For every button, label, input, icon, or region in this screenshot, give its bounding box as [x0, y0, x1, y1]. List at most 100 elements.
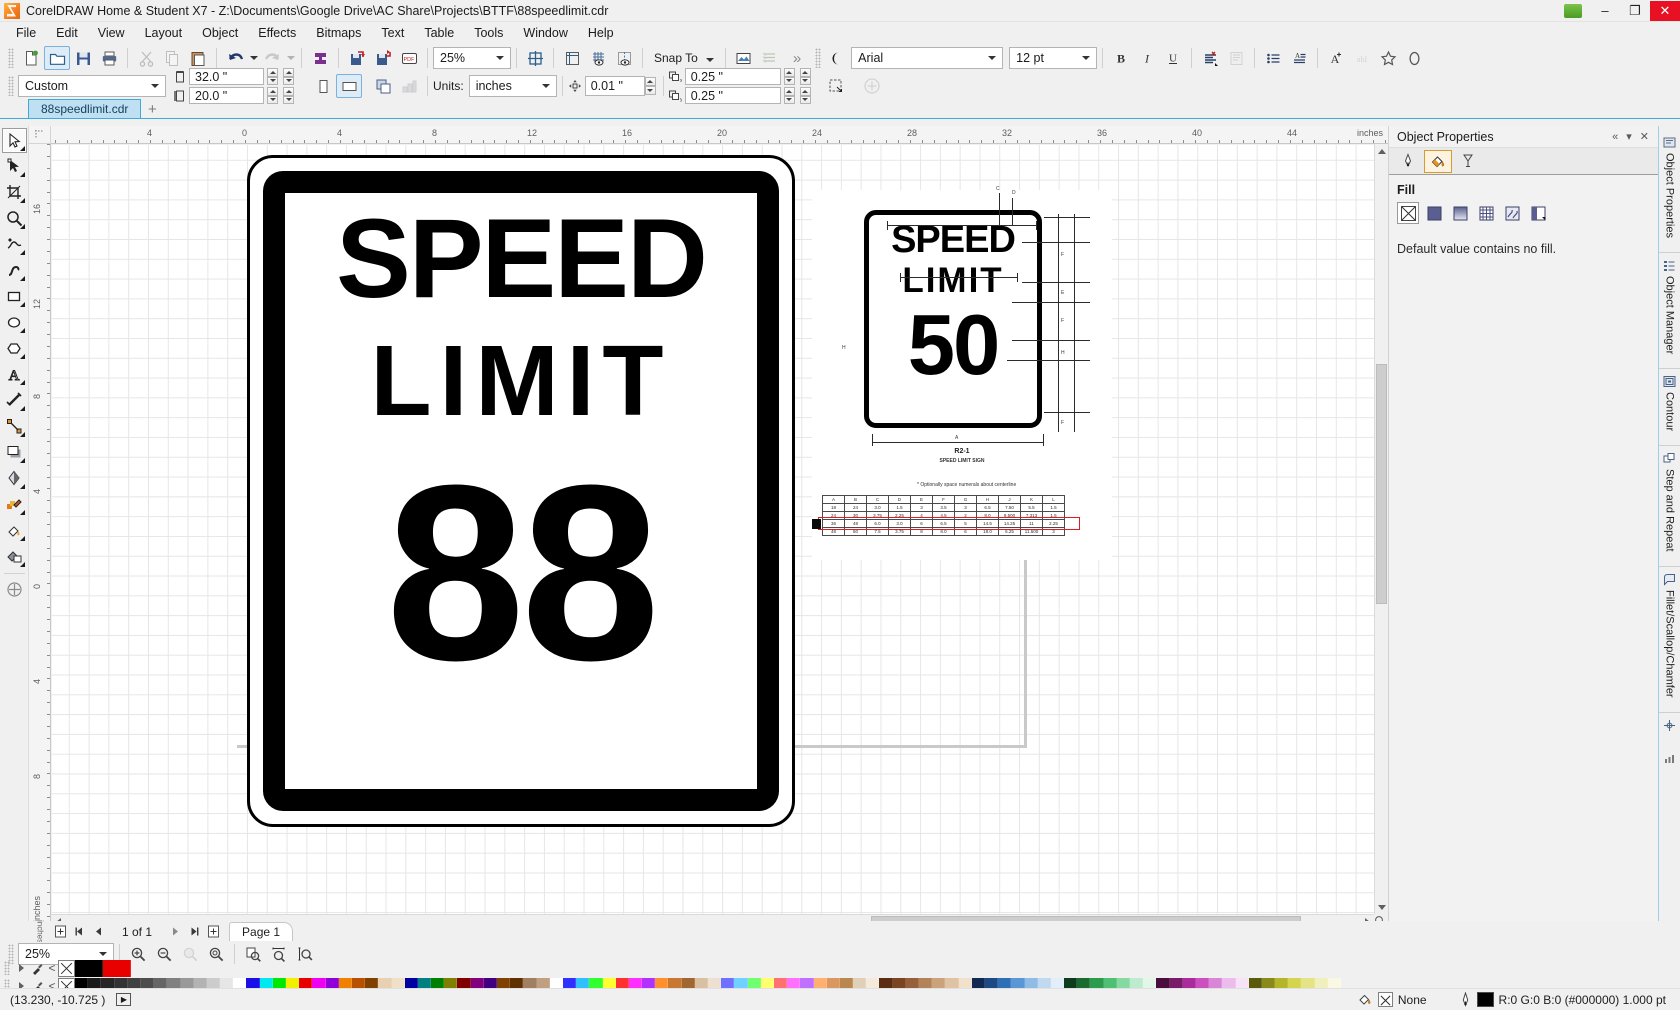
palette-black-swatch[interactable]	[75, 959, 103, 977]
duplicate-y-spinner[interactable]	[783, 87, 797, 104]
two-color-pattern-fill-button[interactable]	[1501, 202, 1523, 224]
side-tab-contour[interactable]: Contour	[1659, 369, 1680, 447]
page-preset-combo[interactable]: Custom	[18, 75, 166, 97]
paste-button[interactable]	[185, 46, 211, 70]
smart-fill-tool[interactable]	[2, 544, 27, 569]
chevron-down-icon[interactable]	[538, 76, 554, 96]
last-page-button[interactable]	[185, 922, 204, 941]
horizontal-ruler[interactable]: 4 0 4 8 12 16 20 24 28 32 36 40 44 inche…	[51, 126, 1388, 144]
menu-table[interactable]: Table	[414, 24, 464, 42]
print-button[interactable]	[96, 46, 122, 70]
previous-page-button[interactable]	[89, 922, 108, 941]
edit-toolbar-button[interactable]	[859, 74, 885, 98]
menu-view[interactable]: View	[88, 24, 135, 42]
ruler-origin-button[interactable]	[29, 126, 51, 144]
menu-help[interactable]: Help	[578, 24, 624, 42]
drop-shadow-tool[interactable]	[2, 440, 27, 465]
units-combo[interactable]: inches	[468, 75, 557, 97]
document-tab[interactable]: 88speedlimit.cdr	[28, 99, 142, 118]
duplicate-x-field[interactable]: 0.25 "	[684, 68, 781, 85]
vector-pattern-fill-button[interactable]	[1475, 202, 1497, 224]
insert-character-button[interactable]: abI	[1349, 46, 1375, 70]
quick-customize-button[interactable]	[2, 577, 27, 602]
side-tab-object-properties[interactable]: Object Properties	[1659, 130, 1680, 253]
show-rulers-button[interactable]	[559, 46, 585, 70]
fountain-fill-button[interactable]	[1449, 202, 1471, 224]
redo-button[interactable]	[259, 46, 285, 70]
palette-red-swatch[interactable]	[103, 959, 131, 977]
italic-button[interactable]: I	[1134, 46, 1160, 70]
straight-line-connector-tool[interactable]	[2, 414, 27, 439]
text-bookmark-button[interactable]	[1375, 46, 1401, 70]
transparency-tool[interactable]	[2, 466, 27, 491]
minimize-button[interactable]: –	[1590, 1, 1620, 21]
duplicate-y-stepper[interactable]	[799, 87, 813, 104]
bold-button[interactable]: B	[1108, 46, 1134, 70]
chevron-down-icon[interactable]	[1078, 48, 1094, 68]
text-toolbar-grip[interactable]	[815, 48, 822, 68]
open-document-button[interactable]	[44, 46, 70, 70]
maximize-button[interactable]: ❐	[1620, 1, 1650, 21]
save-document-button[interactable]	[70, 46, 96, 70]
menu-window[interactable]: Window	[513, 24, 577, 42]
edit-text-button[interactable]: A	[1323, 46, 1349, 70]
uniform-fill-button[interactable]	[1423, 202, 1445, 224]
eyedropper-icon[interactable]	[28, 962, 46, 975]
docker-collapse-button[interactable]: «	[1608, 131, 1622, 143]
pick-tool[interactable]	[1, 128, 27, 153]
shape-tool[interactable]	[2, 154, 27, 179]
show-grid-button[interactable]	[585, 46, 611, 70]
no-fill-button[interactable]	[1397, 202, 1419, 224]
menu-layout[interactable]: Layout	[135, 24, 193, 42]
rectangle-tool[interactable]	[2, 284, 27, 309]
toolbar-overflow-button[interactable]: »	[783, 50, 811, 67]
text-alignment-button[interactable]	[1197, 46, 1223, 70]
status-expand-button[interactable]: ▶	[116, 993, 132, 1006]
cut-button[interactable]	[133, 46, 159, 70]
export-button[interactable]	[370, 46, 396, 70]
palette-grip[interactable]	[4, 961, 10, 975]
corel-connect-button[interactable]	[307, 46, 333, 70]
new-document-button[interactable]	[18, 46, 44, 70]
outline-tab[interactable]	[1394, 150, 1422, 173]
menu-tools[interactable]: Tools	[464, 24, 513, 42]
close-button[interactable]: ✕	[1650, 0, 1680, 21]
copy-button[interactable]	[159, 46, 185, 70]
text-tool[interactable]: A	[2, 362, 27, 387]
freehand-tool[interactable]	[2, 232, 27, 257]
vertical-scroll-thumb[interactable]	[1376, 364, 1387, 604]
side-tab-object-manager[interactable]: Object Manager	[1659, 253, 1680, 370]
menu-bitmaps[interactable]: Bitmaps	[306, 24, 371, 42]
status-fill-indicator[interactable]: None	[1358, 992, 1427, 1007]
drop-cap-button[interactable]: A	[1286, 46, 1312, 70]
palette-scroll-up-icon[interactable]	[14, 964, 28, 972]
fill-tab[interactable]	[1424, 149, 1452, 173]
docker-close-button[interactable]: ✕	[1636, 130, 1653, 143]
duplicate-x-stepper[interactable]	[799, 68, 813, 85]
vertical-ruler[interactable]: 16 12 8 4 0 4 8 inches	[29, 144, 51, 928]
menu-edit[interactable]: Edit	[46, 24, 88, 42]
docker-pin-button[interactable]: ▾	[1622, 130, 1636, 143]
nudge-distance-spinner[interactable]	[644, 76, 658, 96]
table-row[interactable]: 18 24 3.0 1.5 3 3.5 3 6.5 7.50 5.5 1.5	[822, 503, 1065, 512]
toolbar-grip[interactable]	[8, 48, 14, 68]
page-width-stepper[interactable]	[283, 68, 296, 85]
detail-drawing[interactable]: SPEED LIMIT 50 H C D A F E F H F R2-1 SP…	[812, 186, 1112, 560]
artistic-media-tool[interactable]	[2, 258, 27, 283]
menu-file[interactable]: File	[6, 24, 46, 42]
polygon-tool[interactable]	[2, 336, 27, 361]
side-tab-fillet-scallop-chamfer[interactable]: Fillet/Scallop/Chamfer	[1659, 567, 1680, 713]
crop-tool[interactable]	[2, 180, 27, 205]
vertical-scrollbar[interactable]	[1374, 144, 1389, 914]
page-canvas[interactable]: SPEED LIMIT 88 SPEED LIMIT 50 H C D A F …	[52, 145, 1374, 914]
ellipse-tool[interactable]	[2, 310, 27, 335]
underline-button[interactable]: U	[1160, 46, 1186, 70]
portrait-orientation-button[interactable]	[310, 74, 336, 98]
interactive-fill-tool[interactable]	[2, 518, 27, 543]
menu-text[interactable]: Text	[371, 24, 414, 42]
current-page-button[interactable]	[396, 74, 422, 98]
undo-button[interactable]	[222, 46, 248, 70]
side-tab-step-and-repeat[interactable]: Step and Repeat	[1659, 446, 1680, 567]
landscape-orientation-button[interactable]	[336, 74, 362, 98]
paragraph-format-button[interactable]	[1223, 46, 1249, 70]
